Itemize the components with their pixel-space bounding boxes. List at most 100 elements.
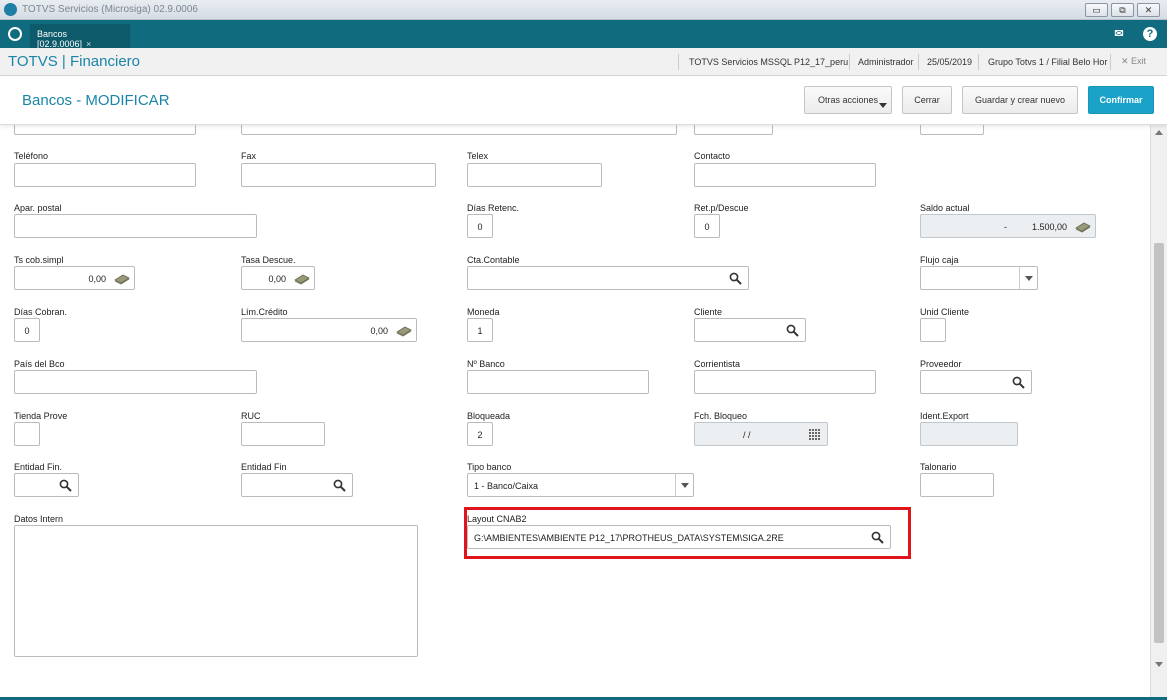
ruc-input[interactable] (241, 422, 325, 446)
user-info: Administrador (858, 57, 914, 67)
contacto-label: Contacto (694, 151, 731, 161)
lim-credito-input[interactable]: 0,00 (241, 318, 417, 342)
close-button[interactable]: Cerrar (902, 86, 952, 114)
exit-button[interactable]: ✕ Exit (1121, 56, 1146, 67)
entidad-fin-1-input[interactable] (14, 473, 79, 497)
search-icon[interactable] (1012, 376, 1025, 389)
apar-postal-input[interactable] (14, 214, 257, 238)
telex-input[interactable] (467, 163, 602, 187)
search-icon[interactable] (786, 324, 799, 337)
n-banco-input[interactable] (467, 370, 649, 394)
chevron-down-icon[interactable] (675, 474, 693, 496)
pais-bco-input[interactable] (14, 370, 257, 394)
tipo-banco-select[interactable]: 1 - Banco/Caixa (467, 473, 694, 497)
minimize-button[interactable]: ▭ (1085, 3, 1108, 17)
apar-postal-label: Apar. postal (14, 203, 62, 213)
dias-cobran-input[interactable]: 0 (14, 318, 40, 342)
tienda-prove-input[interactable] (14, 422, 40, 446)
help-icon[interactable]: ? (1143, 27, 1157, 41)
ret-descue-input[interactable]: 0 (694, 214, 720, 238)
dias-cobran-label: Días Cobran. (14, 307, 68, 317)
dias-cobran-value: 0 (24, 326, 30, 336)
correntista-input[interactable] (694, 370, 876, 394)
fax-input[interactable] (241, 163, 436, 187)
fch-bloqueo-value: / / (743, 430, 751, 440)
search-icon[interactable] (333, 479, 346, 492)
datos-intern-label: Datos Intern (14, 514, 64, 524)
proveedor-input[interactable] (920, 370, 1032, 394)
date-info: 25/05/2019 (927, 57, 973, 67)
action-bar: Bancos - MODIFICAR Otras acciones Cerrar… (0, 77, 1167, 125)
cta-contable-label: Cta.Contable (467, 255, 520, 265)
unid-cliente-input[interactable] (920, 318, 946, 342)
tienda-prove-label: Tienda Prove (14, 411, 68, 421)
pais-bco-label: País del Bco (14, 359, 65, 369)
partial-field-2[interactable] (241, 125, 677, 135)
search-icon[interactable] (729, 272, 742, 285)
cliente-label: Cliente (694, 307, 723, 317)
confirm-button[interactable]: Confirmar (1088, 86, 1154, 114)
scroll-up-icon[interactable] (1155, 130, 1163, 135)
lim-credito-label: Lím.Crédito (241, 307, 288, 317)
money-icon[interactable] (1075, 220, 1091, 233)
flujo-caja-select[interactable] (920, 266, 1038, 290)
restore-button[interactable]: ⧉ (1111, 3, 1134, 17)
telefono-label: Teléfono (14, 151, 49, 161)
fch-bloqueo-input[interactable]: / / (694, 422, 828, 446)
chevron-down-icon (879, 103, 887, 108)
dias-retenc-value: 0 (477, 222, 483, 232)
lim-credito-value: 0,00 (370, 326, 388, 336)
ts-cob-simpl-input[interactable]: 0,00 (14, 266, 135, 290)
fch-bloqueo-label: Fch. Bloqueo (694, 411, 748, 421)
money-icon[interactable] (396, 324, 412, 337)
save-and-new-button[interactable]: Guardar y crear nuevo (962, 86, 1078, 114)
ret-descue-label: Ret.p/Descue (694, 203, 749, 213)
entidad-fin-2-label: Entidad Fin (241, 462, 287, 472)
moneda-input[interactable]: 1 (467, 318, 493, 342)
module-header: TOTVS | Financiero TOTVS Servicios MSSQL… (0, 48, 1167, 76)
page-title: Bancos - MODIFICAR (22, 92, 170, 109)
mail-icon[interactable]: ✉ (1112, 27, 1126, 41)
calendar-icon[interactable] (809, 429, 821, 440)
vertical-scrollbar[interactable] (1150, 125, 1167, 697)
tasa-descue-value: 0,00 (268, 274, 286, 284)
bloqueada-label: Bloqueada (467, 411, 511, 421)
entidad-fin-2-input[interactable] (241, 473, 353, 497)
datos-intern-textarea[interactable] (14, 525, 418, 657)
talonario-input[interactable] (920, 473, 994, 497)
divider (918, 54, 919, 70)
entidad-fin-1-label: Entidad Fin. (14, 462, 63, 472)
other-actions-button[interactable]: Otras acciones (804, 86, 892, 114)
money-icon[interactable] (294, 272, 310, 285)
module-brand: TOTVS | Financiero (8, 53, 140, 70)
window-titlebar: TOTVS Servicios (Microsiga) 02.9.0006 ▭ … (0, 0, 1167, 20)
app-icon (4, 3, 17, 16)
correntista-label: Corrientista (694, 359, 741, 369)
search-icon[interactable] (59, 479, 72, 492)
cta-contable-input[interactable] (467, 266, 749, 290)
tipo-banco-value: 1 - Banco/Caixa (474, 481, 539, 491)
tasa-descue-input[interactable]: 0,00 (241, 266, 315, 290)
partial-field-3[interactable] (694, 125, 773, 135)
tasa-descue-label: Tasa Descue. (241, 255, 296, 265)
partial-field-4[interactable] (920, 125, 984, 135)
scrollbar-thumb[interactable] (1154, 243, 1164, 643)
saldo-actual-value: - 1.500,00 (1003, 222, 1067, 232)
cliente-input[interactable] (694, 318, 806, 342)
ts-cob-simpl-value: 0,00 (88, 274, 106, 284)
highlight-box (464, 507, 911, 559)
telefono-input[interactable] (14, 163, 196, 187)
chevron-down-icon[interactable] (1019, 267, 1037, 289)
partial-field-1[interactable] (14, 125, 196, 135)
scroll-down-icon[interactable] (1155, 662, 1163, 667)
ts-cob-simpl-label: Ts cob.simpl (14, 255, 64, 265)
totvs-logo-icon[interactable] (8, 27, 22, 41)
bloqueada-input[interactable]: 2 (467, 422, 493, 446)
fax-label: Fax (241, 151, 257, 161)
dias-retenc-input[interactable]: 0 (467, 214, 493, 238)
contacto-input[interactable] (694, 163, 876, 187)
tab-bancos[interactable]: Bancos [02.9.0006] × (30, 24, 130, 49)
n-banco-label: Nº Banco (467, 359, 505, 369)
money-icon[interactable] (114, 272, 130, 285)
close-window-button[interactable]: ✕ (1137, 3, 1160, 17)
